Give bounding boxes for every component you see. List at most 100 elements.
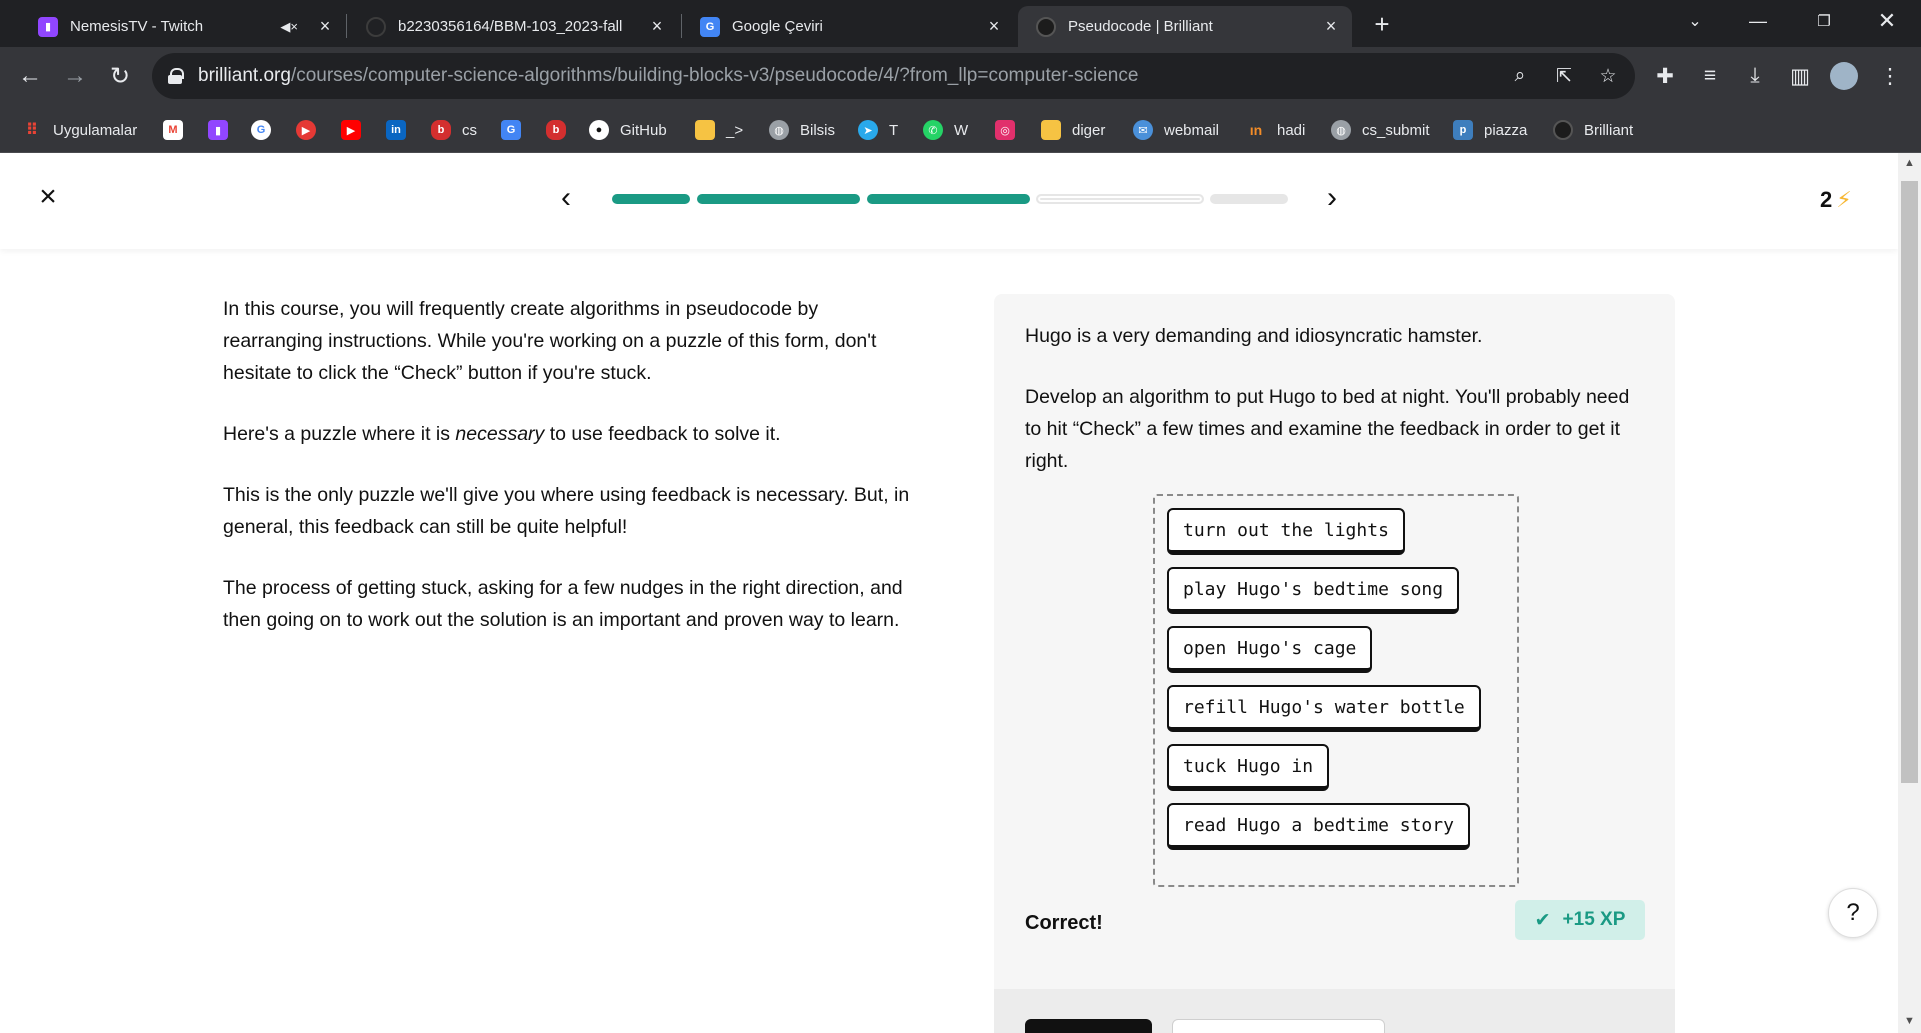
lesson-header: × ‹ › 2 ⚡ <box>0 153 1898 249</box>
progress-segment[interactable] <box>697 194 860 204</box>
download-icon[interactable]: ⤓ <box>1740 61 1770 91</box>
page-viewport: × ‹ › 2 ⚡ In this course, you will frequ… <box>0 153 1898 1033</box>
tab-title: NemesisTV - Twitch <box>70 18 204 35</box>
progress-segment[interactable] <box>867 194 1030 204</box>
tab-brilliant[interactable]: Pseudocode | Brilliant × <box>1018 6 1352 47</box>
tab-search-chevron-icon[interactable]: ⌄ <box>1670 6 1720 36</box>
close-window-icon[interactable]: ✕ <box>1862 6 1912 36</box>
bookmark-red[interactable]: b <box>546 118 577 142</box>
chevron-right-icon[interactable]: › <box>1318 181 1346 214</box>
webmail-icon: ✉ <box>1133 120 1153 140</box>
code-block[interactable]: refill Hugo's water bottle <box>1167 685 1481 732</box>
bookmark-label: T <box>889 121 899 139</box>
new-tab-button[interactable]: + <box>1368 9 1396 39</box>
chevron-left-icon[interactable]: ‹ <box>552 181 580 214</box>
lightning-bolt-icon: ⚡ <box>1836 187 1852 212</box>
bookmark-github[interactable]: ● GitHub <box>589 118 667 142</box>
share-icon[interactable]: ⇱ <box>1552 64 1576 88</box>
scrollbar[interactable]: ▲ ▼ <box>1898 153 1921 1033</box>
code-block[interactable]: play Hugo's bedtime song <box>1167 567 1460 614</box>
bookmark-whatsapp[interactable]: ✆ W <box>923 118 968 142</box>
bookmark-gmail[interactable]: M <box>163 118 194 142</box>
bookmark-webmail[interactable]: ✉ webmail <box>1133 118 1219 142</box>
tab-strip: ▮ NemesisTV - Twitch ◀× × b2230356164/BB… <box>0 0 1921 47</box>
bookmark-red-icon: b <box>546 120 566 140</box>
close-tab-icon[interactable]: × <box>648 16 666 36</box>
extensions-icon[interactable]: ✚ <box>1650 61 1680 91</box>
bookmark-google[interactable]: G <box>251 118 282 142</box>
youtube-icon: ▶ <box>341 120 361 140</box>
menu-kebab-icon[interactable]: ⋮ <box>1875 61 1905 91</box>
scroll-down-icon[interactable]: ▼ <box>1904 1015 1915 1027</box>
progress-segment[interactable] <box>1210 194 1288 204</box>
close-tab-icon[interactable]: × <box>316 16 334 36</box>
help-button[interactable]: ? <box>1828 888 1878 938</box>
bookmark-label: diger <box>1072 121 1106 139</box>
close-lesson-icon[interactable]: × <box>36 182 60 212</box>
progress-segment[interactable] <box>612 194 690 204</box>
bookmark-hadi[interactable]: ın hadi <box>1246 118 1306 142</box>
browser-toolbar: ← → ↻ brilliant.org/courses/computer-sci… <box>0 47 1921 106</box>
tab-separator <box>346 14 347 38</box>
bookmark-bilsis[interactable]: ◍ Bilsis <box>769 118 835 142</box>
code-block[interactable]: open Hugo's cage <box>1167 626 1373 673</box>
bookmark-apps[interactable]: ⠿ Uygulamalar <box>22 118 137 142</box>
sentence-part: to use feedback to solve it. <box>544 423 781 445</box>
minimize-icon[interactable]: — <box>1733 6 1783 36</box>
tab-google-translate[interactable]: G Google Çeviri × <box>682 6 1015 47</box>
brilliant-icon <box>1553 120 1573 140</box>
forward-icon[interactable]: → <box>60 61 90 91</box>
bookmark-label: _> <box>726 121 744 139</box>
google-icon: G <box>251 120 271 140</box>
bookmark-twitch[interactable]: ▮ <box>208 118 239 142</box>
url-text[interactable]: brilliant.org/courses/computer-science-a… <box>198 65 1138 87</box>
scroll-up-icon[interactable]: ▲ <box>1904 157 1915 169</box>
profile-avatar[interactable] <box>1830 62 1858 90</box>
code-block[interactable]: read Hugo a bedtime story <box>1167 803 1470 850</box>
bookmark-cs-submit[interactable]: ◍ cs_submit <box>1331 118 1430 142</box>
back-icon[interactable]: ← <box>15 61 45 91</box>
tab-title: Google Çeviri <box>732 18 823 35</box>
media-controls-icon[interactable]: ≡ <box>1695 61 1725 91</box>
bookmark-folder-prompt[interactable]: _> <box>695 118 743 142</box>
progress-segment-current[interactable] <box>1036 194 1204 204</box>
play-icon: ▶ <box>296 120 316 140</box>
block-drop-zone[interactable]: turn out the lights play Hugo's bedtime … <box>1153 494 1519 887</box>
lock-icon[interactable] <box>168 68 184 84</box>
zoom-icon[interactable]: ⌕ <box>1508 64 1532 88</box>
bookmark-label: Bilsis <box>800 121 836 139</box>
continue-button[interactable] <box>1025 1019 1152 1033</box>
bookmark-star-icon[interactable]: ☆ <box>1596 64 1620 88</box>
restore-icon[interactable]: ❐ <box>1799 6 1849 36</box>
bookmark-linkedin[interactable]: in <box>386 118 417 142</box>
bookmark-brilliant[interactable]: Brilliant <box>1553 118 1633 142</box>
bookmark-folder-diger[interactable]: diger <box>1041 118 1105 142</box>
gmail-icon: M <box>163 120 183 140</box>
reload-icon[interactable]: ↻ <box>105 61 135 91</box>
close-tab-icon[interactable]: × <box>985 16 1003 36</box>
code-block[interactable]: turn out the lights <box>1167 508 1405 555</box>
tab-title: Pseudocode | Brilliant <box>1068 18 1213 35</box>
panel-footer <box>994 989 1675 1033</box>
apps-grid-icon: ⠿ <box>25 122 39 139</box>
bookmark-piazza[interactable]: p piazza <box>1453 118 1527 142</box>
problem-statement: Hugo is a very demanding and idiosyncrat… <box>1025 320 1645 506</box>
speaker-muted-icon[interactable]: ◀× <box>280 19 298 35</box>
bookmark-instagram[interactable]: ◎ <box>995 118 1026 142</box>
side-panel-icon[interactable]: ▥ <box>1785 61 1815 91</box>
address-bar[interactable]: brilliant.org/courses/computer-science-a… <box>152 53 1635 99</box>
bookmark-play[interactable]: ▶ <box>296 118 327 142</box>
scrollbar-thumb[interactable] <box>1901 181 1918 783</box>
bookmark-telegram[interactable]: ➤ T <box>858 118 898 142</box>
close-tab-icon[interactable]: × <box>1322 16 1340 36</box>
bookmark-translate[interactable]: G <box>501 118 532 142</box>
folder-icon <box>1041 120 1061 140</box>
secondary-button[interactable] <box>1172 1019 1385 1033</box>
result-message: Correct! <box>1025 912 1103 934</box>
streak-counter[interactable]: 2 ⚡ <box>1820 187 1852 213</box>
bookmark-cs[interactable]: b cs <box>431 118 477 142</box>
code-block[interactable]: tuck Hugo in <box>1167 744 1330 791</box>
tab-github[interactable]: b2230356164/BBM-103_2023-fall × <box>348 6 678 47</box>
bookmark-youtube[interactable]: ▶ <box>341 118 372 142</box>
tab-twitch[interactable]: ▮ NemesisTV - Twitch ◀× × <box>20 6 346 47</box>
